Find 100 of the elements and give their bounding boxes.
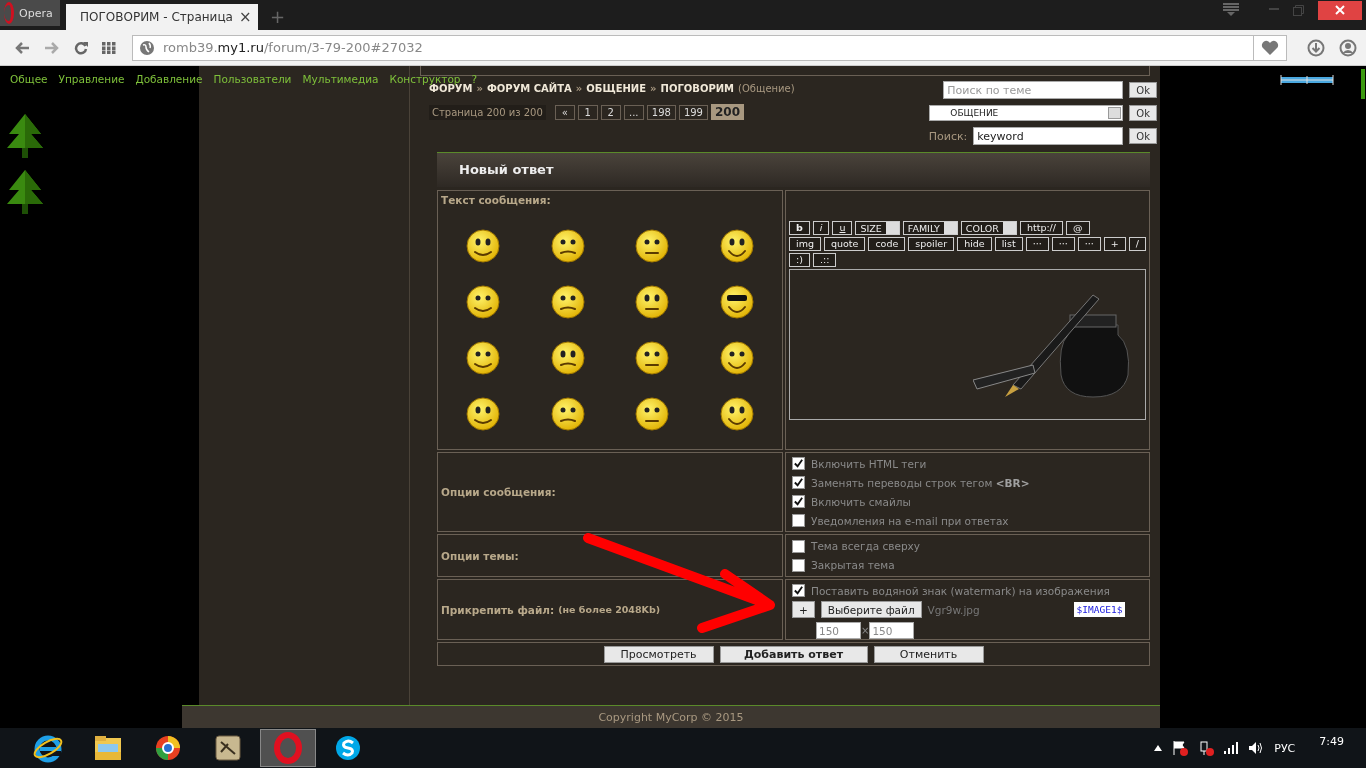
- toolbar-button[interactable]: b: [789, 221, 810, 235]
- page-link[interactable]: 200: [710, 104, 745, 120]
- toolbar-button[interactable]: list: [994, 237, 1023, 251]
- toolbar-button[interactable]: +: [1103, 237, 1126, 251]
- opera-menu-button[interactable]: Opera: [0, 0, 60, 26]
- smiley-icon[interactable]: [549, 396, 586, 432]
- site-nav-link[interactable]: Пользователи: [213, 73, 292, 85]
- breadcrumb-link[interactable]: ФОРУМ САЙТА: [486, 83, 572, 94]
- toolbar-dropdown[interactable]: COLOR: [960, 221, 1017, 235]
- smiley-icon[interactable]: [634, 340, 671, 376]
- download-icon[interactable]: [1307, 38, 1325, 57]
- width-field[interactable]: 150: [816, 622, 861, 639]
- toolbar-button[interactable]: :): [789, 253, 810, 267]
- message-textarea[interactable]: [789, 269, 1146, 420]
- toolbar-button[interactable]: .::: [812, 253, 837, 267]
- toolbar-dropdown[interactable]: SIZE: [855, 221, 900, 235]
- add-file-button[interactable]: +: [792, 601, 815, 618]
- breadcrumb-note: (Общение): [738, 83, 795, 94]
- breadcrumb-link[interactable]: ОБЩЕНИЕ: [586, 83, 647, 94]
- page-link[interactable]: ...: [623, 104, 644, 120]
- form-button[interactable]: Добавить ответ: [719, 645, 868, 663]
- toolbar-button[interactable]: /: [1128, 237, 1146, 251]
- toolbar-button[interactable]: img: [789, 237, 821, 251]
- breadcrumb-link[interactable]: ПОГОВОРИМ: [660, 83, 735, 94]
- site-nav-link[interactable]: Добавление: [135, 73, 203, 85]
- smiley-icon[interactable]: [465, 284, 502, 320]
- checkbox[interactable]: [792, 539, 805, 553]
- reload-icon[interactable]: [74, 40, 88, 55]
- toolbar-button[interactable]: code: [868, 237, 906, 251]
- forum-select[interactable]: ОБЩЕНИЕ: [929, 105, 1124, 121]
- site-nav-link[interactable]: ?: [471, 73, 478, 85]
- address-field[interactable]: romb39.my1.ru/forum/3-79-200#27032: [132, 34, 1287, 61]
- checkbox[interactable]: [792, 584, 805, 597]
- window-close-button[interactable]: [1318, 0, 1362, 20]
- tab-close-button[interactable]: ×: [238, 8, 252, 26]
- page-link[interactable]: 199: [678, 104, 708, 120]
- toolbar-button[interactable]: ···: [1077, 237, 1101, 251]
- checkbox[interactable]: [792, 457, 805, 470]
- page-link[interactable]: «: [554, 104, 575, 120]
- clock[interactable]: 7:49: [1319, 734, 1344, 748]
- smiley-icon[interactable]: [549, 228, 586, 264]
- flag-icon[interactable]: [1172, 740, 1189, 756]
- checkbox[interactable]: [792, 514, 805, 527]
- toolbar-button[interactable]: u: [832, 221, 853, 235]
- smiley-icon[interactable]: [718, 340, 755, 376]
- parchment-icon[interactable]: [212, 732, 244, 764]
- smiley-icon[interactable]: [465, 340, 502, 376]
- site-nav-link[interactable]: Управление: [58, 73, 125, 85]
- choose-file-button[interactable]: Выберите файл: [820, 601, 922, 618]
- language-indicator[interactable]: РУС: [1274, 741, 1296, 755]
- speaker-icon[interactable]: [1248, 741, 1265, 755]
- ok-button[interactable]: Ok: [1129, 128, 1157, 144]
- smiley-icon[interactable]: [465, 228, 502, 264]
- network-icon[interactable]: [1198, 740, 1215, 756]
- signal-bars-icon[interactable]: [1224, 742, 1239, 754]
- form-button[interactable]: Отменить: [873, 645, 984, 663]
- site-nav-link[interactable]: Мультимедиа: [302, 73, 379, 85]
- smiley-icon[interactable]: [549, 340, 586, 376]
- smiley-icon[interactable]: [718, 396, 755, 432]
- account-icon[interactable]: [1339, 38, 1357, 57]
- smiley-icon[interactable]: [634, 228, 671, 264]
- toolbar-button[interactable]: http://: [1019, 221, 1064, 235]
- toolbar-dropdown[interactable]: FAMILY: [902, 221, 958, 235]
- checkbox[interactable]: [792, 495, 805, 508]
- smiley-icon[interactable]: [465, 396, 502, 432]
- ok-button[interactable]: Ok: [1129, 82, 1157, 98]
- page-link[interactable]: 198: [646, 104, 676, 120]
- checkbox[interactable]: [792, 558, 805, 572]
- form-button[interactable]: Просмотреть: [603, 645, 714, 663]
- pine-tree-icon[interactable]: [5, 170, 45, 216]
- smiley-icon[interactable]: [718, 284, 755, 320]
- toolbar-button[interactable]: @: [1066, 221, 1090, 235]
- smiley-icon[interactable]: [549, 284, 586, 320]
- heart-icon[interactable]: [1261, 39, 1279, 56]
- toolbar-button[interactable]: ···: [1051, 237, 1075, 251]
- smiley-icon[interactable]: [718, 228, 755, 264]
- toolbar-button[interactable]: ···: [1025, 237, 1049, 251]
- toolbar-button[interactable]: spoiler: [908, 237, 955, 251]
- smiley-icon[interactable]: [634, 396, 671, 432]
- pine-tree-icon[interactable]: [5, 114, 45, 160]
- image-tag[interactable]: $IMAGE1$: [1073, 602, 1126, 617]
- browser-tab[interactable]: ПОГОВОРИМ - Страница ×: [66, 4, 258, 30]
- smiley-icon[interactable]: [634, 284, 671, 320]
- back-icon[interactable]: [14, 40, 30, 55]
- grid-icon[interactable]: [102, 41, 116, 54]
- height-field[interactable]: 150: [869, 622, 915, 639]
- site-nav-link[interactable]: Конструктор: [389, 73, 461, 85]
- site-nav-link[interactable]: Общее: [10, 73, 48, 85]
- search-field[interactable]: keyword: [973, 127, 1124, 145]
- tab-menu-icon[interactable]: [1223, 3, 1239, 17]
- topic-search-field[interactable]: Поиск по теме: [943, 81, 1124, 99]
- toolbar-button[interactable]: hide: [957, 237, 992, 251]
- toolbar-button[interactable]: quote: [823, 237, 866, 251]
- page-link[interactable]: 1: [577, 104, 598, 120]
- checkbox[interactable]: [792, 476, 805, 489]
- page-link[interactable]: 2: [600, 104, 621, 120]
- toolbar-button[interactable]: i: [812, 221, 830, 235]
- ok-button[interactable]: Ok: [1129, 105, 1157, 121]
- chevron-up-icon[interactable]: [1154, 745, 1163, 751]
- breadcrumb-link[interactable]: ФОРУМ: [429, 83, 473, 94]
